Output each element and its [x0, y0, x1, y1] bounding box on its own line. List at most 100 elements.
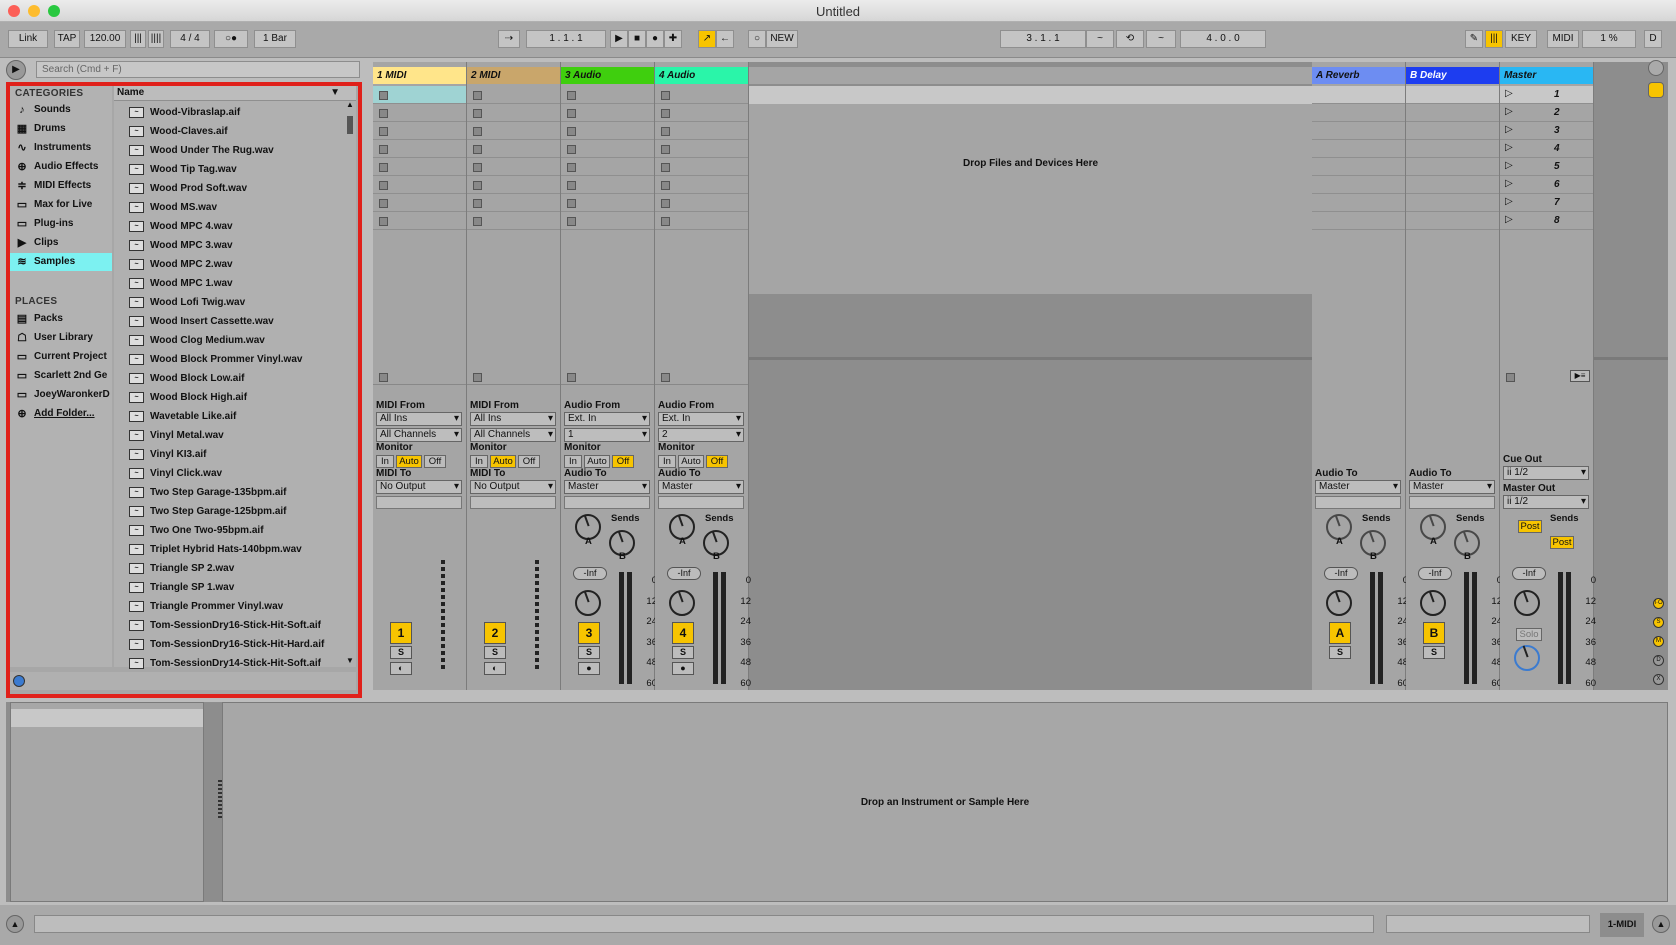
- nudge-down-button[interactable]: |||: [130, 30, 146, 48]
- session-record-button[interactable]: ✚: [664, 30, 682, 48]
- info-toggle-icon[interactable]: ▲: [6, 915, 24, 933]
- clip-stop-button[interactable]: [379, 145, 388, 154]
- solo-button[interactable]: S: [390, 646, 412, 659]
- pan-knob[interactable]: [669, 590, 695, 616]
- file-item[interactable]: ~ Wood Under The Rug.wav: [114, 141, 342, 160]
- place-packs[interactable]: ▤ Packs: [10, 310, 112, 328]
- output-channel-select[interactable]: [658, 496, 744, 509]
- clip-slot[interactable]: [561, 194, 654, 212]
- track-stop-button[interactable]: [473, 373, 482, 382]
- file-item[interactable]: ~ Two Step Garage-125bpm.aif: [114, 502, 342, 521]
- clip-slot[interactable]: [373, 86, 466, 104]
- clip-slot[interactable]: [561, 158, 654, 176]
- track-stop-button[interactable]: [379, 373, 388, 382]
- clip-slot[interactable]: [655, 212, 748, 230]
- clip-slot[interactable]: [1312, 176, 1405, 194]
- track-activator-button[interactable]: 2: [484, 622, 506, 644]
- file-list-scrollbar[interactable]: ▲ ▼: [346, 100, 354, 665]
- detail-toggle-icon[interactable]: ▲: [1652, 915, 1670, 933]
- clip-slot[interactable]: [467, 122, 560, 140]
- monitor-auto-button[interactable]: Auto: [678, 455, 704, 468]
- input-type-select[interactable]: Ext. In: [564, 412, 650, 426]
- output-channel-select[interactable]: [564, 496, 650, 509]
- scene-launch[interactable]: ▷ 3: [1500, 122, 1593, 140]
- output-channel-select[interactable]: [470, 496, 556, 509]
- track-activator-button[interactable]: A: [1329, 622, 1351, 644]
- output-channel-select[interactable]: [1315, 496, 1401, 509]
- monitor-in-button[interactable]: In: [376, 455, 394, 468]
- file-item[interactable]: ~ Wood MS.wav: [114, 198, 342, 217]
- clip-slot[interactable]: [373, 176, 466, 194]
- time-signature-field[interactable]: 4 / 4: [170, 30, 210, 48]
- category-samples[interactable]: ≋ Samples: [10, 253, 112, 271]
- stop-button[interactable]: ■: [628, 30, 646, 48]
- file-item[interactable]: ~ Vinyl Metal.wav: [114, 426, 342, 445]
- post-button[interactable]: Post: [1550, 536, 1574, 549]
- scene-launch[interactable]: ▷ 1: [1500, 86, 1593, 104]
- song-position-field[interactable]: 1 . 1 . 1: [526, 30, 606, 48]
- stop-all-clips-button[interactable]: [1506, 373, 1515, 382]
- file-item[interactable]: ~ Triplet Hybrid Hats-140bpm.wav: [114, 540, 342, 559]
- clip-slot[interactable]: [467, 86, 560, 104]
- file-item[interactable]: ~ Wood Tip Tag.wav: [114, 160, 342, 179]
- solo-button[interactable]: S: [1423, 646, 1445, 659]
- crossfader-icon[interactable]: X: [1653, 674, 1664, 685]
- clip-slot[interactable]: [1312, 194, 1405, 212]
- solo-button[interactable]: S: [578, 646, 600, 659]
- clip-slot[interactable]: [467, 212, 560, 230]
- monitor-in-button[interactable]: In: [658, 455, 676, 468]
- clip-stop-button[interactable]: [661, 199, 670, 208]
- clip-slot[interactable]: [467, 104, 560, 122]
- solo-button[interactable]: S: [484, 646, 506, 659]
- clip-slot[interactable]: [467, 176, 560, 194]
- clip-slot[interactable]: [1312, 122, 1405, 140]
- file-item[interactable]: ~ Wood Block Low.aif: [114, 369, 342, 388]
- link-button[interactable]: Link: [8, 30, 48, 48]
- clip-stop-button[interactable]: [567, 217, 576, 226]
- pan-knob[interactable]: [1420, 590, 1446, 616]
- clip-stop-button[interactable]: [473, 199, 482, 208]
- browser-toggle-icon[interactable]: ▶: [6, 60, 26, 80]
- clip-stop-button[interactable]: [661, 91, 670, 100]
- clip-stop-button[interactable]: [473, 217, 482, 226]
- clip-slot[interactable]: [373, 122, 466, 140]
- place-joeywaronkerd[interactable]: ▭ JoeyWaronkerD: [10, 386, 112, 404]
- clip-stop-button[interactable]: [661, 163, 670, 172]
- play-button[interactable]: ▶: [610, 30, 628, 48]
- record-button[interactable]: ●: [646, 30, 664, 48]
- scene-launch[interactable]: ▷ 2: [1500, 104, 1593, 122]
- file-item[interactable]: ~ Triangle SP 1.wav: [114, 578, 342, 597]
- clip-stop-button[interactable]: [473, 181, 482, 190]
- file-item[interactable]: ~ Two Step Garage-135bpm.aif: [114, 483, 342, 502]
- file-item[interactable]: ~ Tom-SessionDry16-Stick-Hit-Soft.aif: [114, 616, 342, 635]
- clip-slot[interactable]: [1406, 140, 1499, 158]
- category-instruments[interactable]: ∿ Instruments: [10, 139, 112, 157]
- scroll-up-icon[interactable]: ▲: [346, 100, 354, 109]
- category-audio-effects[interactable]: ⊕ Audio Effects: [10, 158, 112, 176]
- pan-knob[interactable]: [1514, 590, 1540, 616]
- delay-icon[interactable]: D: [1653, 655, 1664, 666]
- clip-stop-button[interactable]: [567, 109, 576, 118]
- file-item[interactable]: ~ Wood Insert Cassette.wav: [114, 312, 342, 331]
- clip-slot[interactable]: [1312, 86, 1405, 104]
- track-stop-button[interactable]: [567, 373, 576, 382]
- clip-slot[interactable]: [655, 86, 748, 104]
- clip-slot[interactable]: [655, 176, 748, 194]
- clip-slot[interactable]: [1406, 158, 1499, 176]
- file-item[interactable]: ~ Triangle SP 2.wav: [114, 559, 342, 578]
- clip-stop-button[interactable]: [379, 199, 388, 208]
- scene-launch[interactable]: ▷ 4: [1500, 140, 1593, 158]
- clip-stop-button[interactable]: [379, 181, 388, 190]
- file-item[interactable]: ~ Wood Lofi Twig.wav: [114, 293, 342, 312]
- volume-field[interactable]: -Inf: [573, 567, 607, 580]
- input-type-select[interactable]: All Ins: [376, 412, 462, 426]
- clip-slot[interactable]: [1406, 212, 1499, 230]
- output-type-select[interactable]: Master: [658, 480, 744, 494]
- output-channel-select[interactable]: [1409, 496, 1495, 509]
- category-plug-ins[interactable]: ▭ Plug-ins: [10, 215, 112, 233]
- monitor-in-button[interactable]: In: [564, 455, 582, 468]
- volume-field[interactable]: -Inf: [1512, 567, 1546, 580]
- place-scarlett-2nd-ge[interactable]: ▭ Scarlett 2nd Ge: [10, 367, 112, 385]
- scene-launch[interactable]: ▷ 5: [1500, 158, 1593, 176]
- clip-slot[interactable]: [655, 104, 748, 122]
